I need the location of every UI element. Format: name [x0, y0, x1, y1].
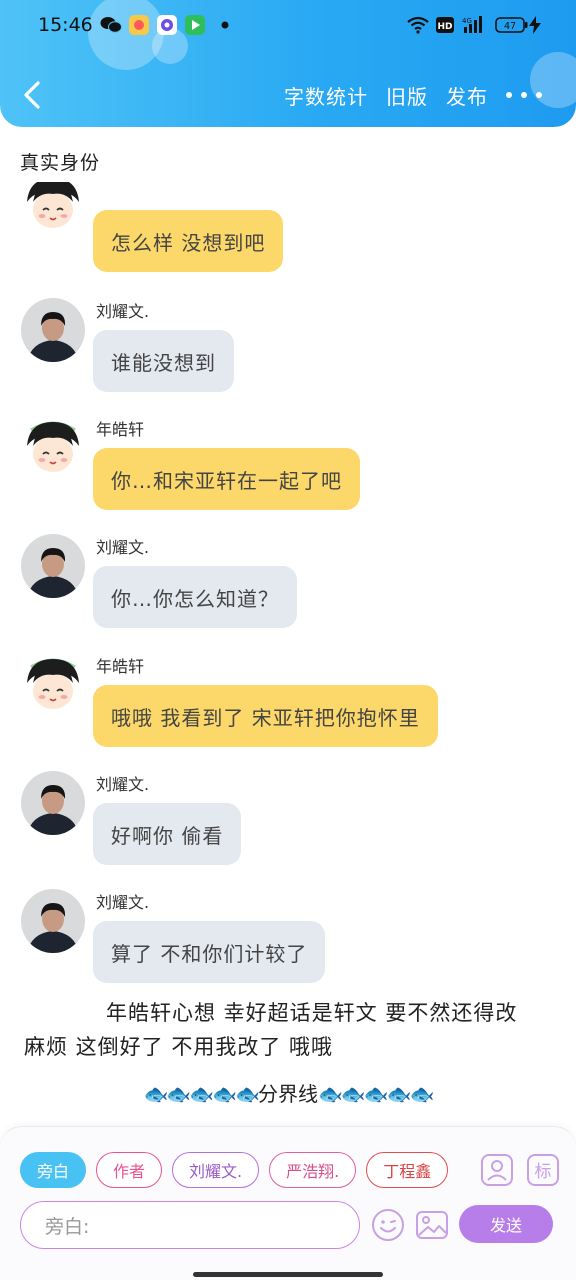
avatar-cartoon[interactable] — [21, 182, 85, 236]
message-bubble[interactable]: 哦哦 我看到了 宋亚轩把你抱怀里 — [93, 685, 438, 747]
avatar-photo[interactable] — [21, 298, 85, 362]
app-notification-icon — [156, 14, 178, 36]
narration-text[interactable]: 年皓轩心想 幸好超话是轩文 要不然还得改 麻烦 这倒好了 不用我改了 哦哦 — [24, 996, 544, 1064]
emoji-icon[interactable] — [371, 1208, 405, 1242]
image-icon[interactable] — [415, 1208, 449, 1242]
app-header: 15:46 HD 4G 47 字数统计 旧版 发布 — [0, 0, 576, 127]
fish-divider-icons: 🐟🐟🐟🐟🐟 — [318, 1082, 435, 1106]
role-chip-character[interactable]: 丁程鑫 — [366, 1152, 449, 1188]
battery-icon: 47 — [494, 14, 530, 36]
signal-4g-icon: 4G — [462, 14, 488, 36]
charging-icon — [528, 14, 542, 36]
character-manage-icon[interactable] — [480, 1153, 514, 1187]
message-bubble[interactable]: 好啊你 偷看 — [93, 803, 242, 865]
sender-name: 刘耀文. — [96, 893, 150, 912]
compose-panel: 旁白 作者 刘耀文. 严浩翔. 丁程鑫 标 旁白: 发送 — [0, 1126, 576, 1280]
role-selector[interactable]: 旁白 作者 刘耀文. 严浩翔. 丁程鑫 — [20, 1152, 464, 1190]
fish-divider-icons: 🐟🐟🐟🐟🐟 — [143, 1082, 260, 1106]
wifi-icon — [406, 14, 430, 36]
message-input[interactable]: 旁白: — [20, 1201, 360, 1249]
divider-label: 分界线 — [258, 1082, 318, 1106]
message-bubble[interactable]: 你…你怎么知道？ — [93, 566, 297, 628]
avatar-photo[interactable] — [21, 534, 85, 598]
message-bubble[interactable]: 怎么样 没想到吧 — [93, 210, 284, 272]
avatar-cartoon[interactable] — [21, 416, 85, 480]
publish-button[interactable]: 发布 — [446, 81, 488, 110]
header-actions: 字数统计 旧版 发布 — [284, 78, 576, 112]
app-notification-icon — [128, 14, 150, 36]
old-version-button[interactable]: 旧版 — [386, 81, 428, 110]
role-chip-author[interactable]: 作者 — [96, 1152, 163, 1188]
role-chip-narrator[interactable]: 旁白 — [20, 1152, 87, 1188]
role-chip-character[interactable]: 严浩翔. — [269, 1152, 357, 1188]
avatar-photo[interactable] — [21, 889, 85, 953]
svg-text:HD: HD — [437, 22, 452, 32]
avatar-photo[interactable] — [21, 771, 85, 835]
sender-name: 年皓轩 — [96, 420, 145, 439]
sender-name: 刘耀文. — [96, 775, 150, 794]
svg-text:标: 标 — [535, 1162, 552, 1182]
hd-voice-icon: HD — [435, 14, 455, 36]
back-arrow-icon[interactable] — [18, 78, 48, 112]
more-options-icon[interactable] — [506, 90, 542, 100]
send-button[interactable]: 发送 — [459, 1205, 553, 1243]
wechat-icon — [100, 14, 122, 36]
sender-name: 刘耀文. — [96, 302, 150, 321]
message-bubble[interactable]: 你…和宋亚轩在一起了吧 — [93, 448, 360, 510]
status-bar: 15:46 HD 4G 47 — [0, 0, 576, 52]
svg-text:47: 47 — [504, 21, 516, 32]
message-bubble[interactable]: 算了 不和你们计较了 — [93, 921, 326, 983]
message-bubble[interactable]: 谁能没想到 — [93, 330, 234, 392]
home-indicator[interactable] — [193, 1272, 383, 1277]
app-notification-icon — [184, 14, 206, 36]
more-notifications-dot-icon — [220, 14, 230, 36]
role-chip-character[interactable]: 刘耀文. — [172, 1152, 260, 1188]
avatar-cartoon[interactable] — [21, 653, 85, 717]
status-time: 15:46 — [38, 14, 93, 36]
sender-name: 刘耀文. — [96, 538, 150, 557]
sender-name: 年皓轩 — [96, 657, 145, 676]
word-count-button[interactable]: 字数统计 — [284, 81, 368, 110]
tag-icon[interactable]: 标 — [526, 1153, 560, 1187]
section-divider: 🐟🐟🐟🐟🐟分界线🐟🐟🐟🐟🐟 — [0, 1078, 576, 1107]
chat-area[interactable]: 怎么样 没想到吧 刘耀文. 谁能没想到 年皓轩 你…和宋亚轩在一起了吧 刘耀文.… — [0, 182, 576, 1122]
svg-text:4G: 4G — [462, 17, 472, 25]
section-title: 真实身份 — [20, 152, 101, 174]
